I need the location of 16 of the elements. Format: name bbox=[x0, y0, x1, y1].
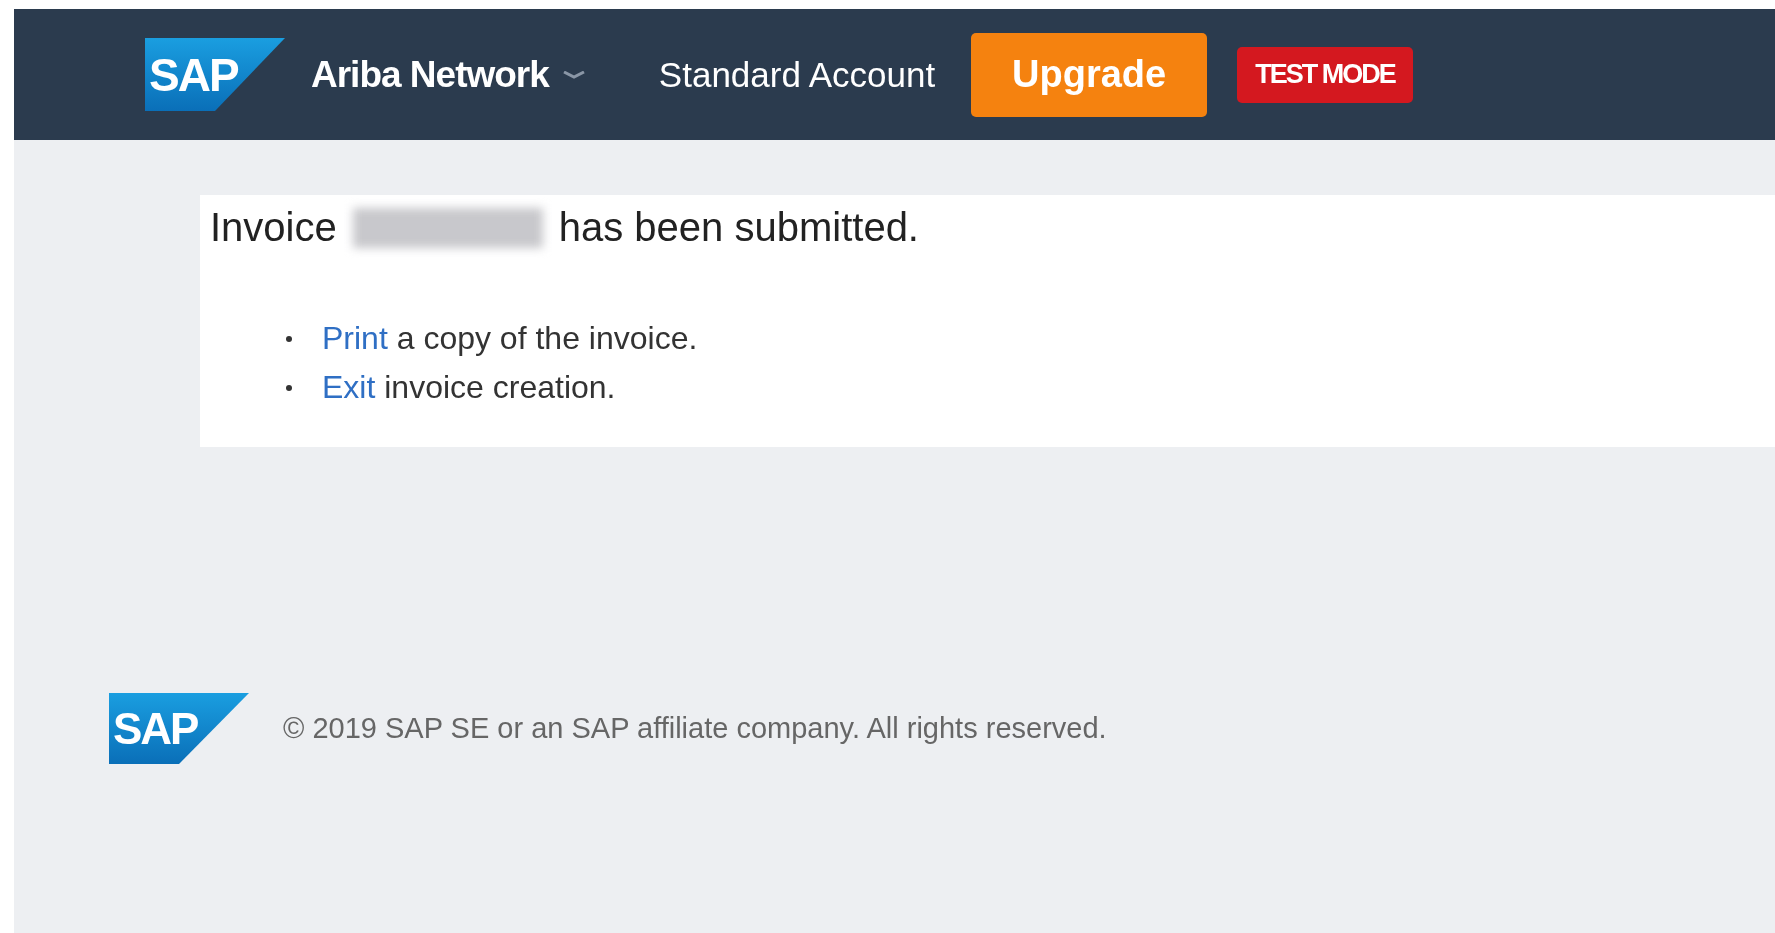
account-type: Standard Account bbox=[658, 54, 936, 95]
action-link[interactable]: Print bbox=[322, 320, 388, 356]
heading-text: Invoice bbox=[210, 205, 337, 250]
heading-text: has been submitted. bbox=[558, 205, 919, 250]
copyright-text: © 2019 SAP SE or an SAP affiliate company. All rights reserved. bbox=[283, 712, 1107, 745]
logo: SAP bbox=[145, 38, 285, 111]
mode-badge: TEST MODE bbox=[1237, 46, 1413, 103]
action-link[interactable]: Exit bbox=[322, 369, 376, 405]
product-menu[interactable]: Ariba Network bbox=[311, 53, 585, 96]
caret-icon bbox=[562, 70, 585, 79]
logo: SAP bbox=[109, 693, 249, 764]
upgrade-button[interactable]: Upgrade bbox=[971, 32, 1208, 117]
action-sentence: Print a copy of the invoice. bbox=[322, 320, 698, 357]
bullet-icon bbox=[286, 384, 292, 391]
action-sentence: Exit invoice creation. bbox=[322, 369, 616, 406]
bullet-icon bbox=[286, 335, 292, 342]
